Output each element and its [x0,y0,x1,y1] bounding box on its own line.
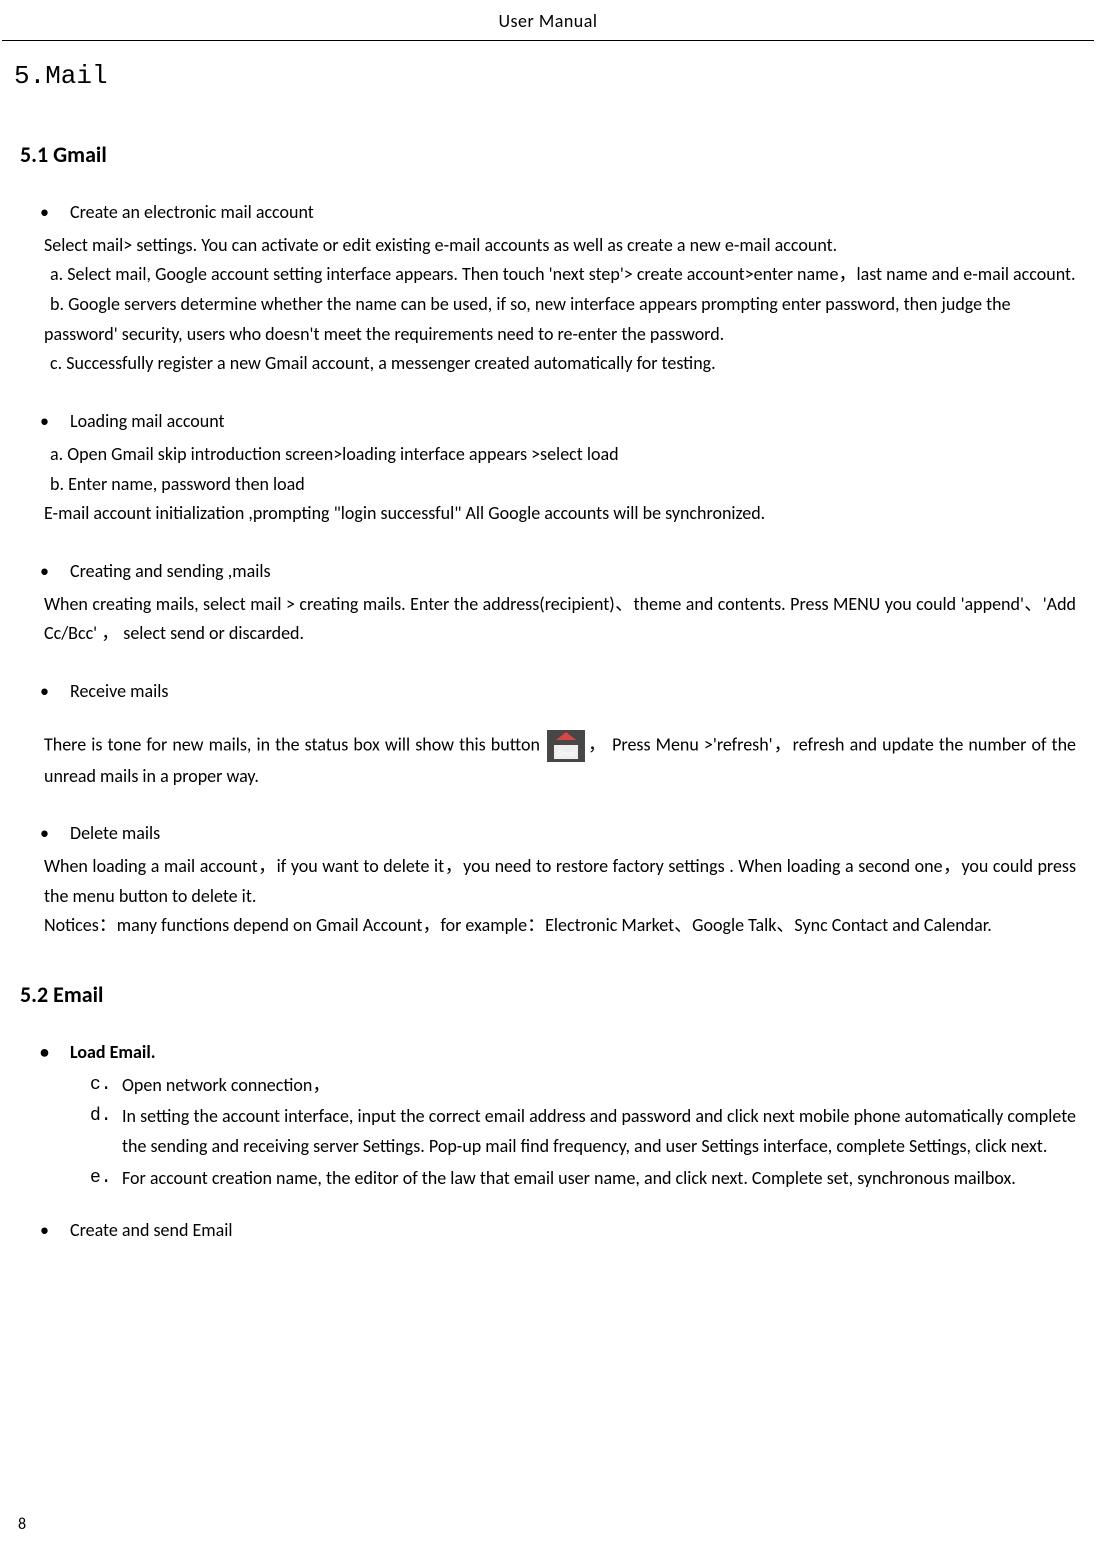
load-email-d-text: In setting the account interface, input … [122,1105,1076,1157]
bullet-loading-account: Loading mail account [70,407,1076,437]
gmail-icon: Gmail [547,730,585,762]
bullet-create-send-email: Create and send Email [70,1216,1076,1246]
loading-step-a: a. Open Gmail skip introduction screen>l… [50,440,1076,470]
page-header: User Manual [2,0,1094,41]
bullet-delete-mails: Delete mails [70,819,1076,849]
bullet-load-email: Load Email. [70,1038,1076,1068]
chapter-title: 5.Mail [14,61,1076,91]
section-5-1-content: Create an electronic mail account Select… [32,198,1076,941]
create-account-step-a: a. Select mail, Google account setting i… [44,260,1076,290]
loading-step-c: E-mail account initialization ,prompting… [44,499,1076,529]
load-email-step-e: e.For account creation name, the editor … [122,1164,1076,1194]
section-5-2-content: Load Email. c.Open network connection， d… [32,1038,1076,1245]
create-account-step-b: b. Google servers determine whether the … [44,290,1076,349]
bullet-receive-mails: Receive mails [70,677,1076,707]
load-email-step-d: d.In setting the account interface, inpu… [122,1102,1076,1161]
load-email-step-c: c.Open network connection， [122,1071,1076,1101]
section-5-2-title: 5.2 Email [20,981,1076,1008]
loading-step-b: b. Enter name, password then load [50,470,1076,500]
creating-sending-para: When creating mails, select mail > creat… [44,590,1076,649]
bullet-creating-sending: Creating and sending ,mails [70,557,1076,587]
create-account-intro: Select mail> settings. You can activate … [44,231,1076,261]
load-email-c-text: Open network connection， [122,1074,330,1096]
section-5-1-title: 5.1 Gmail [20,141,1076,168]
delete-mails-para1: When loading a mail account，if you want … [44,852,1076,911]
receive-text-before: There is tone for new mails, in the stat… [44,733,545,755]
page-number: 8 [18,1515,26,1534]
receive-mails-para: There is tone for new mails, in the stat… [44,730,1076,792]
load-email-e-text: For account creation name, the editor of… [122,1167,1016,1189]
create-account-step-c: c. Successfully register a new Gmail acc… [44,349,1076,379]
bullet-create-account: Create an electronic mail account [70,198,1076,228]
delete-mails-para2: Notices：many functions depend on Gmail A… [44,911,1076,941]
